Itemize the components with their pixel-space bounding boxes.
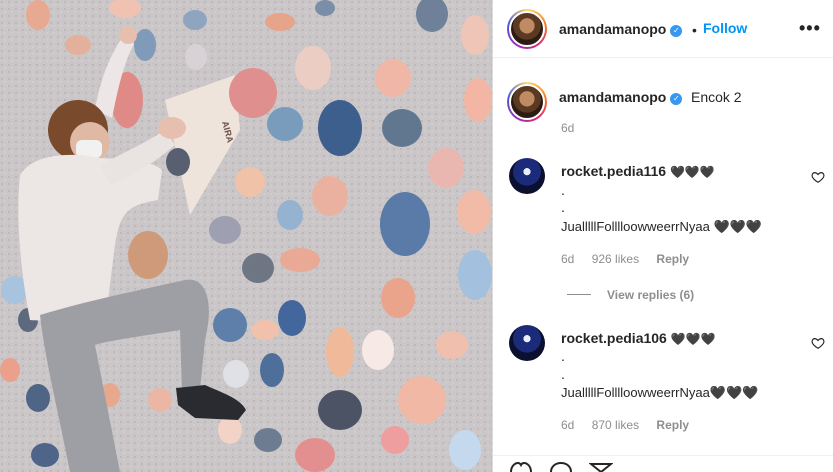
caption-username[interactable]: amandamanopo ✓ [559,89,683,105]
comment-meta: 6d 926 likes Reply [561,252,703,266]
comment-likes[interactable]: 870 likes [592,418,639,432]
comment-emoji: 🖤🖤🖤 [669,165,715,179]
author-username-text[interactable]: amandamanopo [559,21,666,37]
comment-line: . [561,182,565,198]
caption-avatar[interactable] [507,82,547,122]
view-replies-line [567,294,591,295]
comment-username-text[interactable]: rocket.pedia106 [561,330,667,346]
post-sidebar: amandamanopo ✓ • Follow ••• amandamanopo ✓… [492,0,833,472]
comment-line: . [561,199,565,215]
comment-likes[interactable]: 926 likes [592,252,639,266]
comment-username[interactable]: rocket.pedia106 🖤🖤🖤 [561,330,716,346]
author-username[interactable]: amandamanopo ✓ [559,21,683,37]
more-options-icon[interactable]: ••• [799,18,821,39]
like-heart-icon[interactable] [811,170,825,184]
comment-line: JualllllFolllloowweerrNyaa 🖤🖤🖤 [561,219,762,234]
comment-line: . [561,366,565,382]
view-replies-button[interactable]: View replies (6) [607,288,694,302]
reply-button[interactable]: Reply [656,418,689,432]
caption-text: Encok 2 [691,89,742,105]
caption-username-text[interactable]: amandamanopo [559,89,666,105]
verified-icon: ✓ [670,93,683,105]
action-bar [493,455,833,472]
caption-time[interactable]: 6d [561,121,574,135]
comment-meta: 6d 870 likes Reply [561,418,703,432]
comment-emoji: 🖤🖤🖤 [670,332,716,346]
comment-line: . [561,348,565,364]
comment-time[interactable]: 6d [561,418,574,432]
comment-username[interactable]: rocket.pedia116 🖤🖤🖤 [561,163,715,179]
commenter-avatar[interactable] [509,325,545,361]
reply-button[interactable]: Reply [656,252,689,266]
like-icon[interactable] [509,462,533,472]
comment-time[interactable]: 6d [561,252,574,266]
climbing-wall-image: AIRA [0,0,492,472]
post-photo[interactable]: AIRA [0,0,492,472]
comment-username-text[interactable]: rocket.pedia116 [561,163,666,179]
author-avatar[interactable] [507,9,547,49]
verified-icon: ✓ [670,25,683,37]
commenter-avatar[interactable] [509,158,545,194]
share-icon[interactable] [589,462,613,472]
follow-button[interactable]: Follow [703,20,747,36]
comment-icon[interactable] [549,462,573,472]
comment-line: JualllllFolllloowweerrNyaa🖤🖤🖤 [561,385,759,400]
like-heart-icon[interactable] [811,336,825,350]
post-header: amandamanopo ✓ • Follow ••• [493,0,833,58]
separator-dot: • [692,22,697,38]
